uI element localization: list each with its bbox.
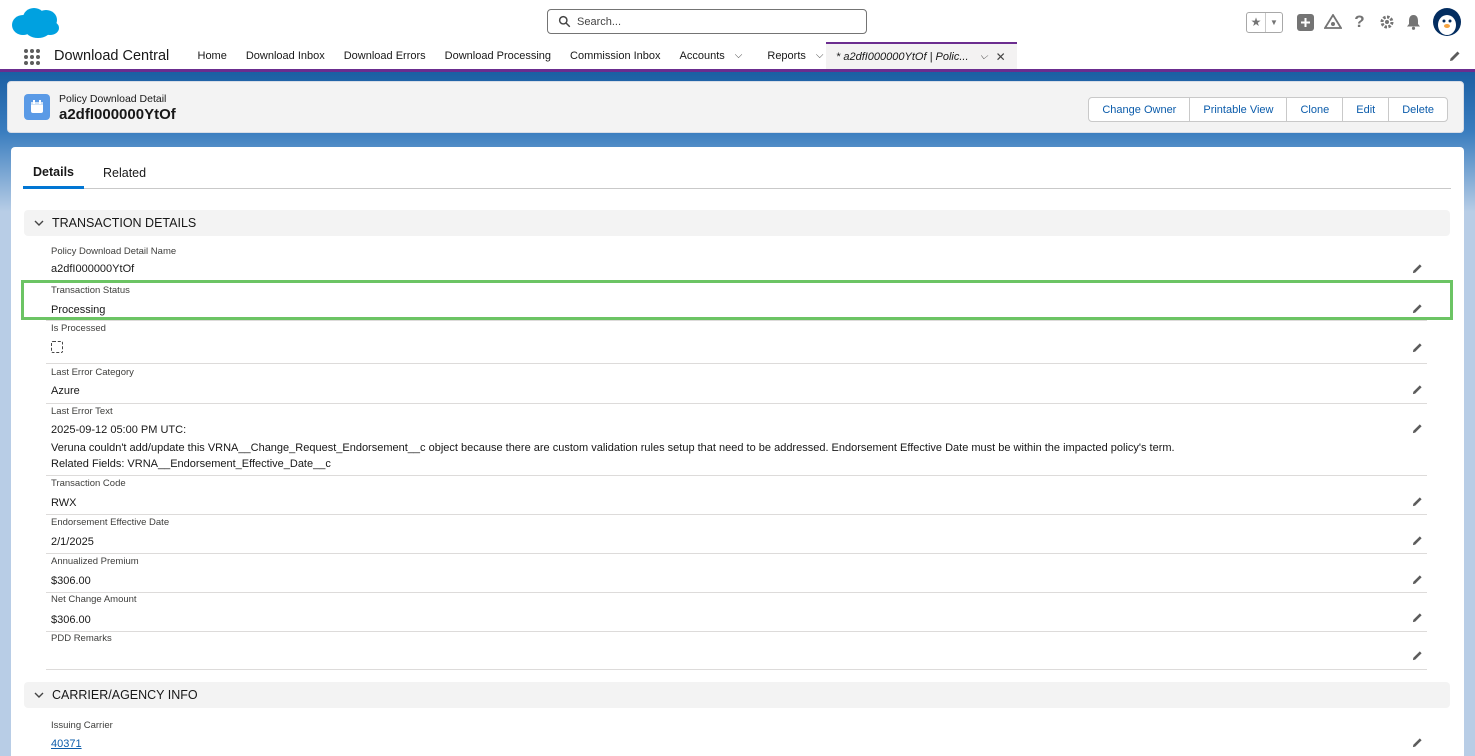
record-type-icon [24,94,50,120]
nav-item-home[interactable]: Home [188,42,236,69]
nav-item-accounts-label: Accounts [679,49,725,62]
field-label: Annualized Premium [51,556,139,567]
global-actions-icon[interactable] [1296,12,1316,32]
is-processed-checkbox [51,341,63,353]
field-value: 2/1/2025 [51,536,94,548]
chevron-down-icon[interactable]: ⌵ [980,51,988,62]
field-value: Azure [51,385,80,397]
nav-item-reports-label: Reports [767,49,806,62]
record-detail-card: Details Related TRANSACTION DETAILS Poli… [11,147,1464,756]
nav-item-download-inbox[interactable]: Download Inbox [236,42,334,69]
favorite-star-icon[interactable]: ★ [1247,12,1266,32]
field-last-error-category: Last Error Category Azure [46,367,1427,404]
global-header: ★ ▼ ? [0,0,1475,42]
navigation-bar: Download Central Home Download Inbox Dow… [0,42,1475,72]
field-label: PDD Remarks [51,633,112,644]
field-label: Policy Download Detail Name [51,246,177,257]
field-label: Is Processed [51,323,106,334]
nav-item-commission-inbox[interactable]: Commission Inbox [561,42,670,69]
edit-pencil-icon[interactable] [1412,650,1423,661]
close-icon[interactable]: ✕ [996,50,1006,64]
field-value-line-3: Related Fields: VRNA__Endorsement_Effect… [51,458,331,470]
edit-pencil-icon[interactable] [1412,496,1423,507]
record-header: Policy Download Detail a2dfI000000YtOf C… [7,81,1464,133]
chevron-down-icon[interactable]: ⌵ [735,50,749,61]
field-value [51,341,63,358]
record-tab-label: * a2dfI000000YtOf | Polic... [836,50,969,63]
clone-button[interactable]: Clone [1286,97,1344,122]
record-tabs: Details Related [23,157,1451,189]
printable-view-button[interactable]: Printable View [1189,97,1288,122]
section-title: CARRIER/AGENCY INFO [52,688,198,702]
edit-pencil-icon[interactable] [1412,574,1423,585]
field-transaction-status: Transaction Status Processing [46,285,1427,321]
field-is-processed: Is Processed [46,323,1427,364]
app-launcher-icon[interactable] [24,49,40,65]
field-net-change-amount: Net Change Amount $306.00 [46,594,1427,632]
delete-button[interactable]: Delete [1388,97,1448,122]
section-transaction-details[interactable]: TRANSACTION DETAILS [24,210,1450,236]
edit-pencil-icon[interactable] [1412,342,1423,353]
nav-item-download-processing[interactable]: Download Processing [435,42,560,69]
field-value: Processing [51,304,106,316]
edit-pencil-icon[interactable] [1412,263,1423,274]
change-owner-button[interactable]: Change Owner [1088,97,1191,122]
search-input[interactable] [577,15,857,28]
help-icon[interactable]: ? [1350,12,1370,32]
bell-icon[interactable] [1404,12,1424,32]
global-search[interactable] [547,9,867,34]
field-label: Last Error Text [51,406,113,417]
chevron-down-icon[interactable] [34,690,44,700]
field-label: Issuing Carrier [51,720,113,731]
record-type-label: Policy Download Detail [59,93,167,105]
edit-pencil-icon[interactable] [1412,423,1423,434]
field-pdd-remarks: PDD Remarks [46,633,1427,670]
field-value: $306.00 [51,575,91,587]
edit-pencil-icon[interactable] [1412,737,1423,748]
favorites-group: ★ ▼ [1246,11,1283,33]
header-utility-icons: ★ ▼ ? [1246,8,1461,36]
nav-item-download-errors[interactable]: Download Errors [334,42,435,69]
field-transaction-code: Transaction Code RWX [46,478,1427,515]
field-value-line-1: 2025-09-12 05:00 PM UTC: [51,424,187,436]
gear-icon[interactable] [1377,12,1397,32]
field-label: Endorsement Effective Date [51,517,170,528]
app-name: Download Central [54,48,170,64]
tab-details[interactable]: Details [23,157,84,189]
issuing-carrier-link[interactable]: 40371 [51,736,82,752]
field-label: Transaction Code [51,478,126,489]
field-label: Last Error Category [51,367,134,378]
edit-button[interactable]: Edit [1342,97,1390,122]
section-title: TRANSACTION DETAILS [52,216,197,230]
edit-pencil-icon[interactable] [1412,535,1423,546]
chevron-down-icon[interactable] [34,218,44,228]
field-label: Transaction Status [51,285,130,296]
field-annualized-premium: Annualized Premium $306.00 [46,556,1427,593]
section-carrier-agency-info[interactable]: CARRIER/AGENCY INFO [24,682,1450,708]
avatar[interactable] [1433,8,1461,36]
field-label: Net Change Amount [51,594,137,605]
edit-nav-pencil-icon[interactable] [1449,50,1461,62]
field-issuing-carrier: Issuing Carrier 40371 [46,720,1427,756]
field-value-line-2: Veruna couldn't add/update this VRNA__Ch… [51,442,1175,454]
field-value: $306.00 [51,614,91,626]
field-endorsement-effective-date: Endorsement Effective Date 2/1/2025 [46,517,1427,554]
field-value: a2dfI000000YtOf [51,263,135,275]
record-actions: Change Owner Printable View Clone Edit D… [1088,97,1448,122]
favorites-dropdown-icon[interactable]: ▼ [1266,13,1282,32]
edit-pencil-icon[interactable] [1412,384,1423,395]
edit-pencil-icon[interactable] [1412,612,1423,623]
field-last-error-text: Last Error Text 2025-09-12 05:00 PM UTC:… [46,406,1427,476]
field-value: RWX [51,497,77,509]
salesforce-cloud-logo[interactable] [10,6,60,40]
nav-items: Home Download Inbox Download Errors Down… [188,42,839,69]
field-pdd-name: Policy Download Detail Name a2dfI000000Y… [46,246,1427,282]
record-tab-active[interactable]: * a2dfI000000YtOf | Polic... ⌵ ✕ [826,42,1017,69]
edit-pencil-icon[interactable] [1412,303,1423,314]
tab-related[interactable]: Related [93,157,156,189]
nav-item-accounts[interactable]: Accounts ⌵ [670,42,758,69]
trailhead-icon[interactable] [1323,12,1343,32]
search-icon [558,15,571,28]
record-title: a2dfI000000YtOf [59,106,176,123]
